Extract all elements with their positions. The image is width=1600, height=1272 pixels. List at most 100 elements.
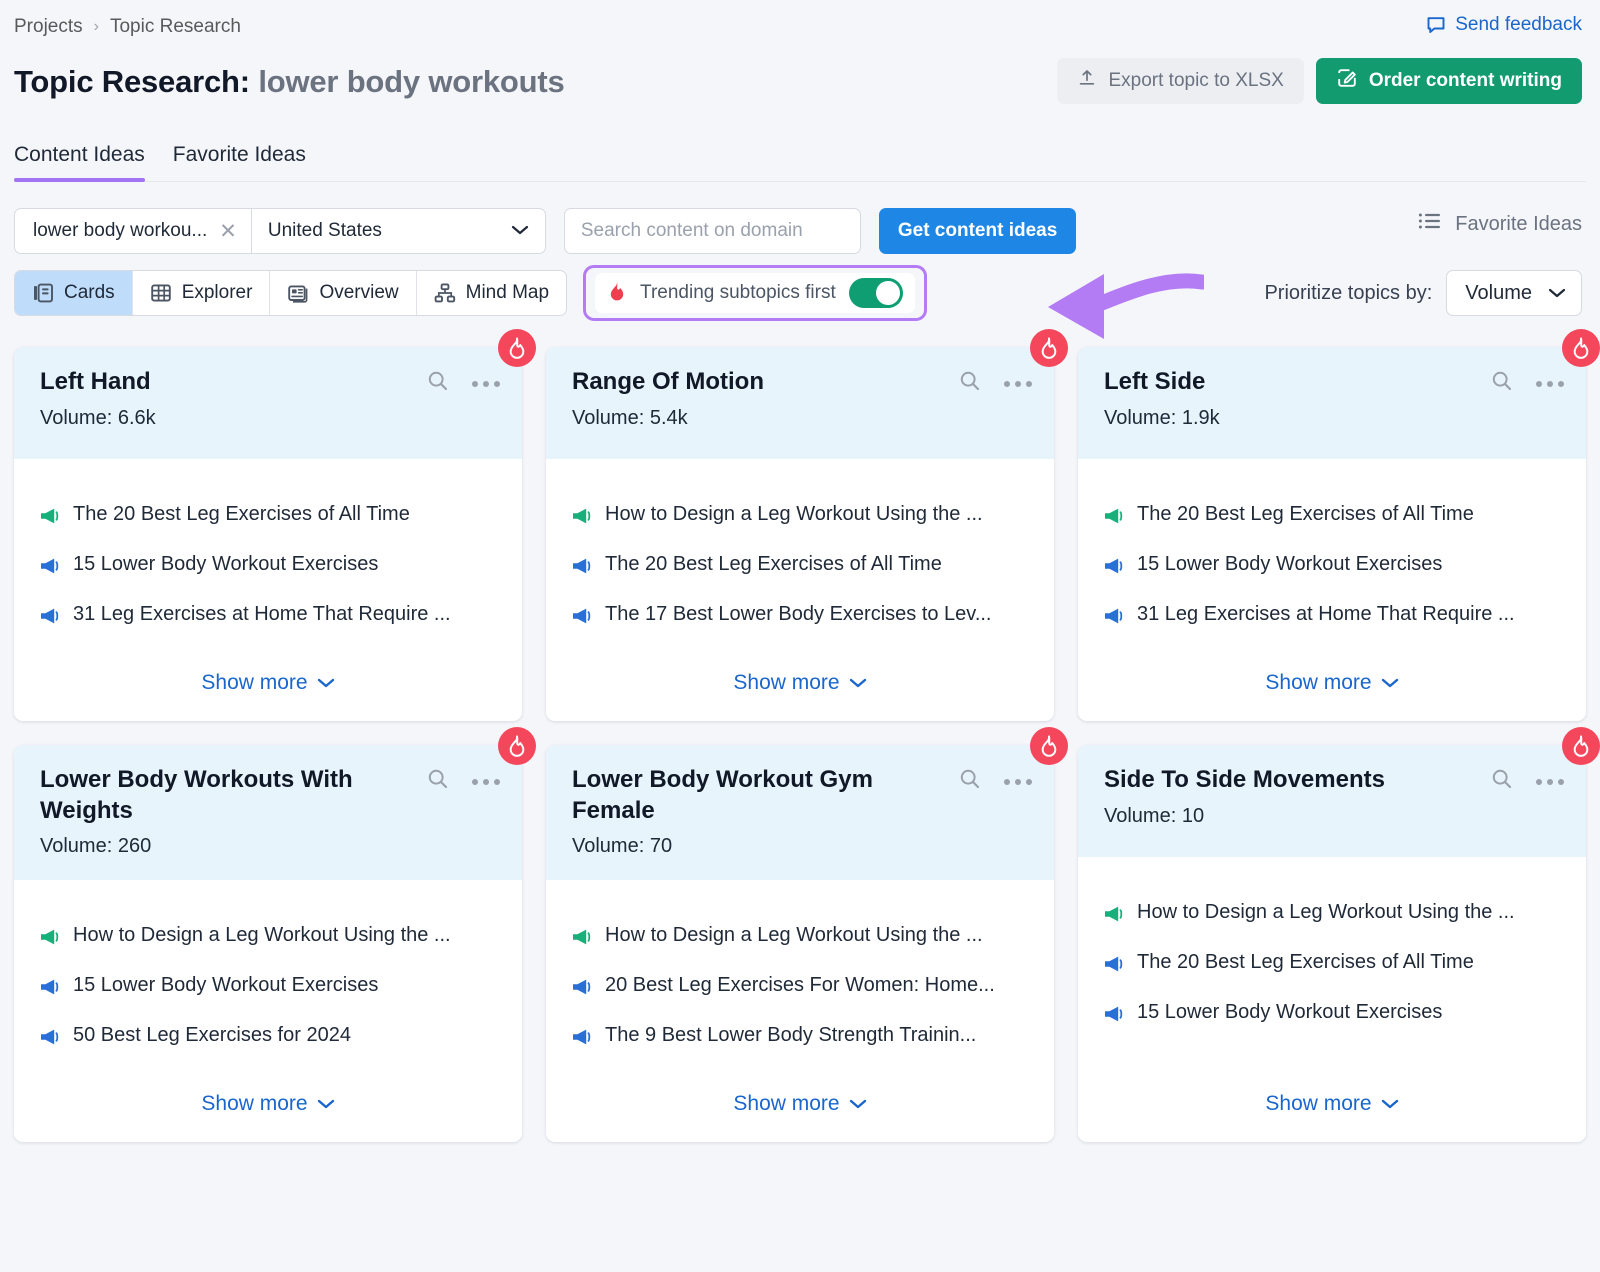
order-content-writing-button[interactable]: Order content writing (1315, 58, 1582, 104)
tab-favorite-ideas[interactable]: Favorite Ideas (173, 143, 306, 181)
topic-card-volume: Volume: 5.4k (572, 406, 688, 429)
idea-list: The 20 Best Leg Exercises of All Time 15 … (1102, 503, 1562, 653)
favorite-ideas-label: Favorite Ideas (1455, 212, 1582, 235)
trending-subtopics-label: Trending subtopics first (640, 282, 836, 303)
idea-item[interactable]: The 20 Best Leg Exercises of All Time (38, 503, 498, 532)
more-options-icon[interactable] (1004, 380, 1032, 387)
mindmap-icon (434, 282, 456, 304)
export-xlsx-button[interactable]: Export topic to XLSX (1057, 58, 1304, 104)
chevron-down-icon (317, 671, 335, 695)
show-more-button[interactable]: Show more (38, 1074, 498, 1142)
keyword-country-group: lower body workou... ✕ United States (14, 208, 546, 254)
more-options-icon[interactable] (1536, 380, 1564, 387)
topic-card-volume: Volume: 1.9k (1104, 406, 1220, 429)
topic-card-actions (426, 369, 500, 398)
idea-label: How to Design a Leg Workout Using the ..… (1137, 901, 1515, 923)
show-more-button[interactable]: Show more (570, 653, 1030, 721)
more-options-icon[interactable] (472, 778, 500, 785)
domain-search-input[interactable] (563, 208, 861, 254)
overview-icon (287, 282, 309, 304)
trending-subtopics-switch[interactable] (848, 278, 903, 308)
topic-card-body: How to Design a Leg Workout Using the ..… (14, 880, 522, 1142)
view-controls: Cards Explorer Overview Mind Map Trendin… (14, 265, 1586, 339)
show-more-button[interactable]: Show more (1102, 653, 1562, 721)
show-more-button[interactable]: Show more (570, 1074, 1030, 1142)
view-mode-explorer[interactable]: Explorer (133, 271, 271, 315)
view-mode-cards[interactable]: Cards (15, 271, 133, 315)
idea-item[interactable]: 15 Lower Body Workout Exercises (1102, 553, 1562, 582)
topic-card[interactable]: Lower Body Workout Gym Female Volume: 70… (546, 727, 1068, 1143)
country-select[interactable]: United States (252, 209, 545, 253)
view-mode-overview[interactable]: Overview (270, 271, 417, 315)
topic-card-actions (958, 767, 1032, 796)
idea-item[interactable]: How to Design a Leg Workout Using the ..… (38, 924, 498, 953)
favorite-ideas-link[interactable]: Favorite Ideas (1418, 211, 1582, 237)
idea-item[interactable]: The 20 Best Leg Exercises of All Time (570, 553, 1030, 582)
fire-icon (1030, 727, 1068, 765)
content-ideas-grid: Left Hand Volume: 6.6k The 20 Best Leg E… (14, 329, 1600, 1143)
idea-item[interactable]: 15 Lower Body Workout Exercises (1102, 1001, 1562, 1030)
topic-card-header: Lower Body Workout Gym Female Volume: 70 (546, 727, 1068, 881)
idea-item[interactable]: How to Design a Leg Workout Using the ..… (570, 924, 1030, 953)
search-icon[interactable] (1490, 767, 1514, 796)
chevron-down-icon (849, 671, 867, 695)
breadcrumb-projects[interactable]: Projects (14, 16, 83, 38)
search-icon[interactable] (1490, 369, 1514, 398)
search-icon[interactable] (958, 767, 982, 796)
idea-item[interactable]: 15 Lower Body Workout Exercises (38, 553, 498, 582)
trending-subtopics-toggle-group[interactable]: Trending subtopics first (595, 273, 915, 313)
search-icon[interactable] (426, 767, 450, 796)
show-more-button[interactable]: Show more (1102, 1074, 1562, 1142)
idea-item[interactable]: 31 Leg Exercises at Home That Require ..… (38, 603, 498, 632)
search-icon[interactable] (958, 369, 982, 398)
keyword-chip[interactable]: lower body workou... ✕ (15, 209, 251, 253)
idea-item[interactable]: The 9 Best Lower Body Strength Trainin..… (570, 1024, 1030, 1053)
tab-content-ideas[interactable]: Content Ideas (14, 143, 145, 182)
close-icon[interactable]: ✕ (219, 221, 237, 242)
idea-item[interactable]: 15 Lower Body Workout Exercises (38, 974, 498, 1003)
topic-card[interactable]: Left Hand Volume: 6.6k The 20 Best Leg E… (14, 329, 536, 721)
megaphone-icon (38, 927, 60, 953)
fire-icon (1562, 727, 1600, 765)
chevron-down-icon (317, 1092, 335, 1116)
megaphone-icon (1102, 556, 1124, 582)
idea-label: 15 Lower Body Workout Exercises (1137, 1001, 1443, 1023)
topic-card[interactable]: Left Side Volume: 1.9k The 20 Best Leg E… (1078, 329, 1600, 721)
idea-item[interactable]: The 17 Best Lower Body Exercises to Lev.… (570, 603, 1030, 632)
topic-card[interactable]: Lower Body Workouts With Weights Volume:… (14, 727, 536, 1143)
view-mode-mind-map-label: Mind Map (465, 282, 550, 303)
topic-card-body: The 20 Best Leg Exercises of All Time 15 … (14, 459, 522, 721)
topic-card-header: Lower Body Workouts With Weights Volume:… (14, 727, 536, 881)
more-options-icon[interactable] (1536, 778, 1564, 785)
breadcrumb-topic-research[interactable]: Topic Research (110, 16, 241, 38)
idea-item[interactable]: How to Design a Leg Workout Using the ..… (570, 503, 1030, 532)
page-title-prefix: Topic Research: (14, 64, 250, 99)
idea-item[interactable]: The 20 Best Leg Exercises of All Time (1102, 503, 1562, 532)
idea-item[interactable]: 50 Best Leg Exercises for 2024 (38, 1024, 498, 1053)
order-content-writing-label: Order content writing (1368, 70, 1562, 91)
idea-item[interactable]: 31 Leg Exercises at Home That Require ..… (1102, 603, 1562, 632)
idea-item[interactable]: How to Design a Leg Workout Using the ..… (1102, 901, 1562, 930)
chevron-right-icon: › (93, 18, 99, 35)
megaphone-icon (1102, 606, 1124, 632)
view-mode-mind-map[interactable]: Mind Map (417, 271, 566, 315)
chevron-down-icon (511, 220, 529, 242)
topic-card-volume: Volume: 10 (1104, 804, 1205, 827)
topic-card[interactable]: Range Of Motion Volume: 5.4k How to Desi… (546, 329, 1068, 721)
prioritize-select[interactable]: Volume (1446, 270, 1582, 316)
idea-item[interactable]: The 20 Best Leg Exercises of All Time (1102, 951, 1562, 980)
idea-list: How to Design a Leg Workout Using the ..… (38, 924, 498, 1074)
title-row: Topic Research: lower body workouts Expo… (14, 58, 1586, 106)
megaphone-icon (38, 556, 60, 582)
more-options-icon[interactable] (1004, 778, 1032, 785)
search-icon[interactable] (426, 369, 450, 398)
topic-card-actions (426, 767, 500, 796)
get-content-ideas-button[interactable]: Get content ideas (878, 208, 1077, 254)
show-more-button[interactable]: Show more (38, 653, 498, 721)
more-options-icon[interactable] (472, 380, 500, 387)
idea-item[interactable]: 20 Best Leg Exercises For Women: Home... (570, 974, 1030, 1003)
show-more-label: Show more (201, 1092, 308, 1116)
send-feedback-link[interactable]: Send feedback (1426, 14, 1582, 36)
topic-research-page: Projects › Topic Research Send feedback … (0, 0, 1600, 1272)
topic-card[interactable]: Side To Side Movements Volume: 10 How to… (1078, 727, 1600, 1143)
